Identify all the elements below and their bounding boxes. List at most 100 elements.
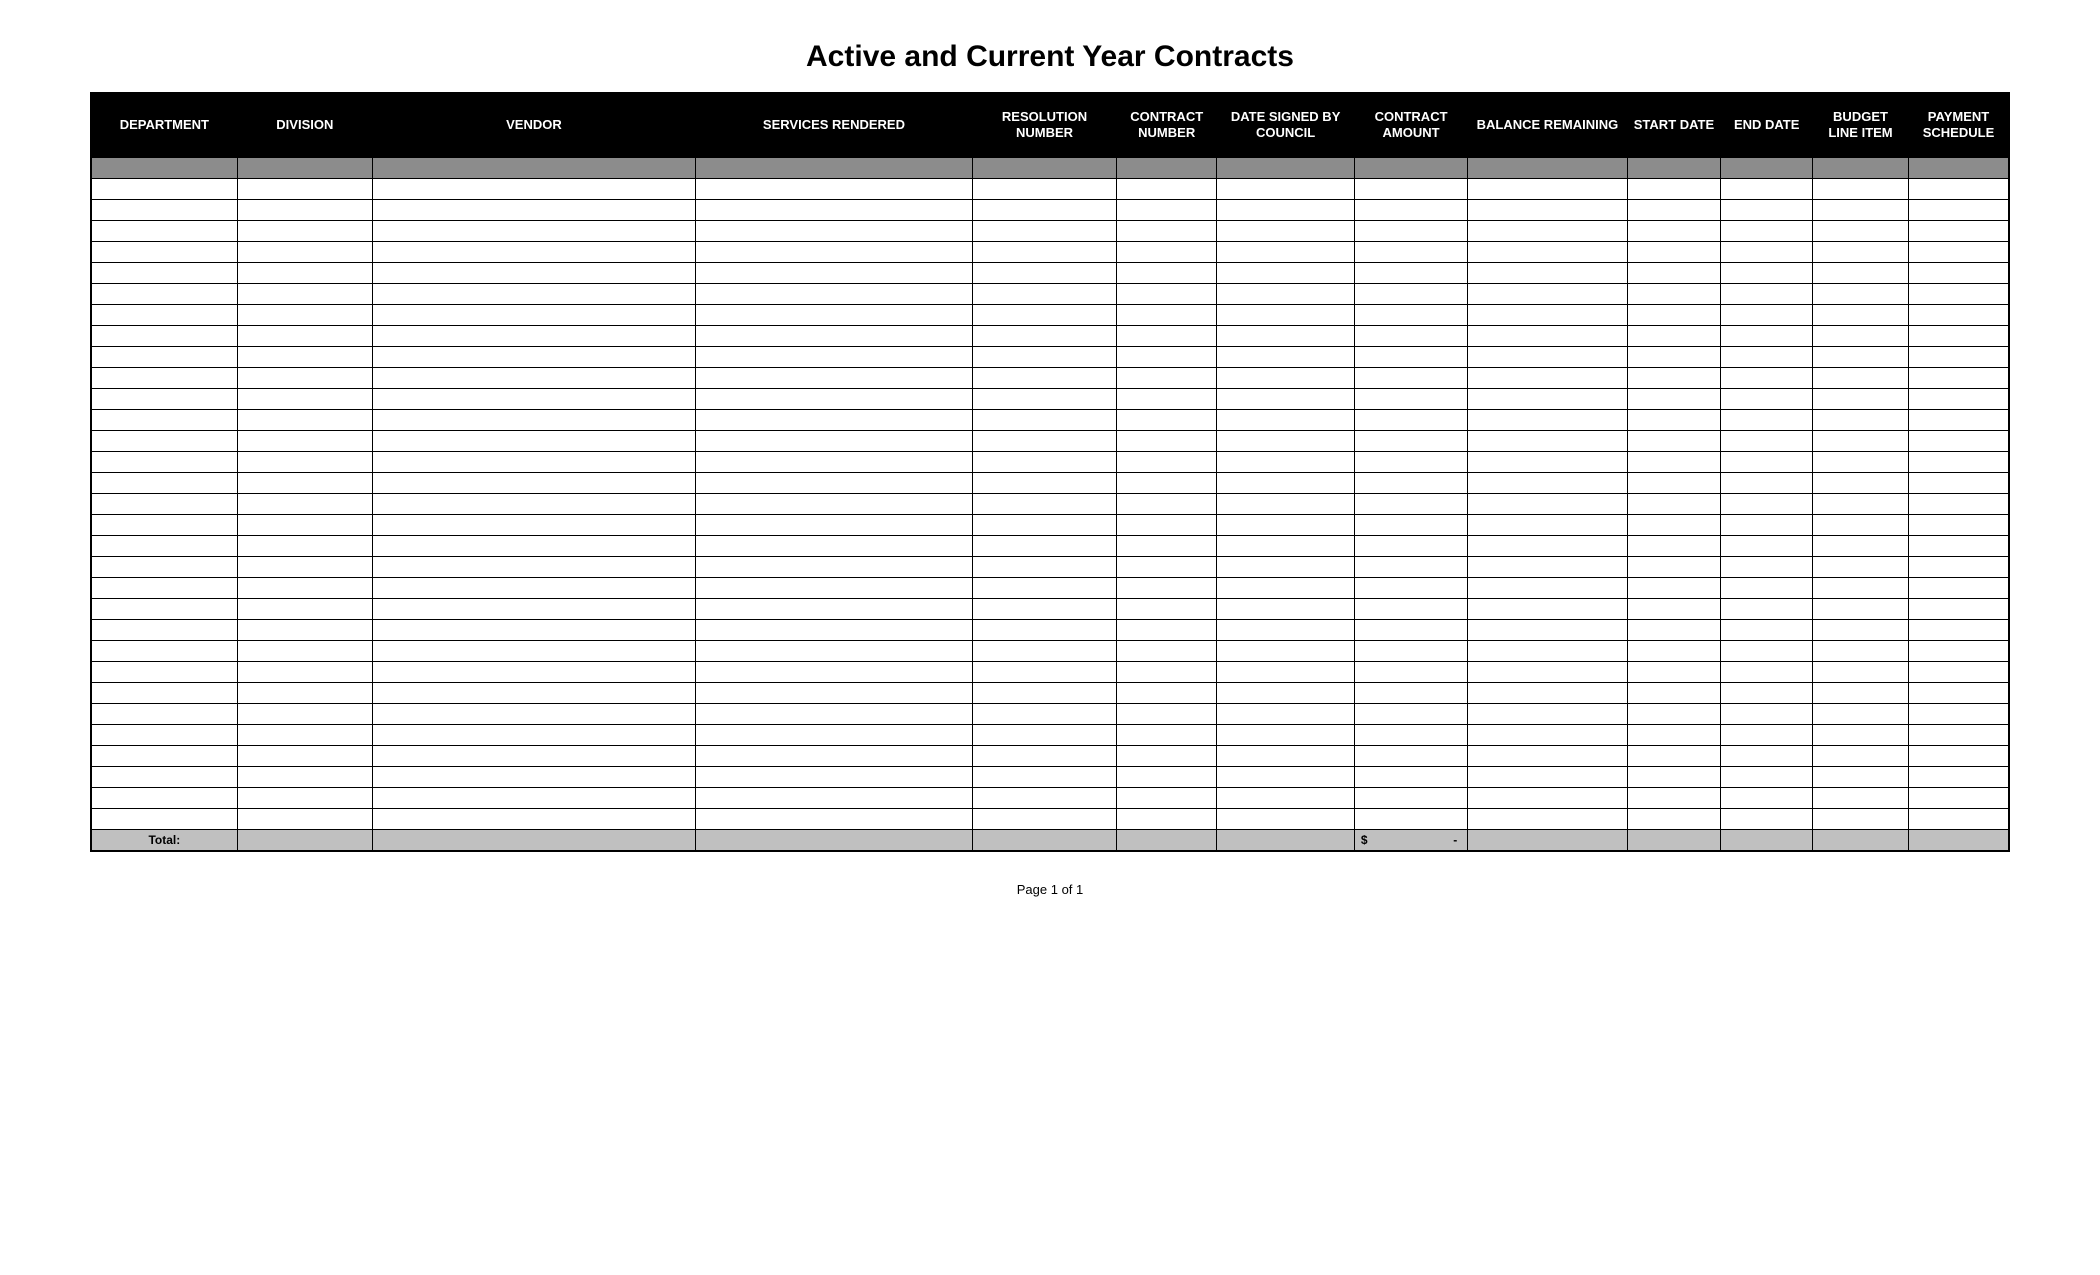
table-row (91, 661, 2009, 682)
table-cell (1217, 577, 1354, 598)
table-cell (1909, 598, 2010, 619)
table-cell (1468, 493, 1627, 514)
table-cell (1909, 157, 2010, 178)
table-row (91, 388, 2009, 409)
currency-symbol: $ (1361, 833, 1368, 847)
table-cell (1117, 682, 1217, 703)
table-cell (1721, 556, 1813, 577)
table-cell (1117, 472, 1217, 493)
table-cell (695, 241, 972, 262)
table-cell (1117, 556, 1217, 577)
table-cell (1627, 346, 1721, 367)
table-cell (91, 745, 237, 766)
table-cell (237, 493, 372, 514)
table-cell (91, 493, 237, 514)
table-cell (1627, 199, 1721, 220)
table-cell (237, 619, 372, 640)
table-cell (1468, 808, 1627, 829)
table-cell (1117, 388, 1217, 409)
table-cell (695, 619, 972, 640)
table-cell (1813, 619, 1909, 640)
table-row (91, 157, 2009, 178)
table-cell (973, 220, 1117, 241)
table-cell (91, 367, 237, 388)
table-cell (1909, 199, 2010, 220)
table-cell (1909, 766, 2010, 787)
table-cell (1217, 199, 1354, 220)
table-cell (1117, 220, 1217, 241)
table-cell (1909, 472, 2010, 493)
table-cell (1909, 619, 2010, 640)
table-cell (372, 514, 695, 535)
table-cell (1217, 724, 1354, 745)
table-cell (237, 535, 372, 556)
table-row (91, 241, 2009, 262)
table-cell (1627, 640, 1721, 661)
table-cell (1217, 388, 1354, 409)
table-cell (1721, 157, 1813, 178)
table-cell (1117, 535, 1217, 556)
total-cell (1721, 829, 1813, 851)
table-cell (1117, 640, 1217, 661)
table-cell (91, 619, 237, 640)
table-cell (91, 808, 237, 829)
table-cell (1354, 493, 1467, 514)
table-cell (1813, 409, 1909, 430)
table-cell (1721, 262, 1813, 283)
table-cell (91, 514, 237, 535)
table-cell (1909, 556, 2010, 577)
table-cell (1721, 493, 1813, 514)
table-cell (695, 262, 972, 283)
table-cell (695, 745, 972, 766)
col-header-budget-line-item: BUDGET LINE ITEM (1813, 93, 1909, 157)
table-row (91, 367, 2009, 388)
table-cell (237, 220, 372, 241)
table-cell (1627, 556, 1721, 577)
table-cell (1354, 304, 1467, 325)
table-cell (1813, 283, 1909, 304)
table-cell (1217, 598, 1354, 619)
table-row (91, 535, 2009, 556)
table-cell (1627, 514, 1721, 535)
table-cell (1217, 703, 1354, 724)
table-cell (1721, 367, 1813, 388)
table-cell (372, 241, 695, 262)
table-cell (973, 661, 1117, 682)
table-cell (1627, 787, 1721, 808)
table-cell (1468, 556, 1627, 577)
table-cell (695, 661, 972, 682)
table-cell (372, 619, 695, 640)
table-cell (695, 220, 972, 241)
table-cell (372, 472, 695, 493)
table-row (91, 577, 2009, 598)
table-cell (1468, 640, 1627, 661)
table-cell (237, 199, 372, 220)
table-cell (1813, 262, 1909, 283)
table-cell (695, 640, 972, 661)
table-cell (1468, 409, 1627, 430)
table-cell (91, 262, 237, 283)
table-cell (1354, 661, 1467, 682)
table-cell (1813, 199, 1909, 220)
table-cell (1217, 346, 1354, 367)
col-header-resolution-number: RESOLUTION NUMBER (973, 93, 1117, 157)
table-cell (1117, 409, 1217, 430)
table-cell (1117, 514, 1217, 535)
table-cell (237, 724, 372, 745)
table-cell (973, 388, 1117, 409)
table-cell (237, 262, 372, 283)
table-cell (1813, 367, 1909, 388)
table-cell (1217, 619, 1354, 640)
table-cell (91, 472, 237, 493)
table-cell (372, 283, 695, 304)
table-row (91, 724, 2009, 745)
col-header-vendor: VENDOR (372, 93, 695, 157)
table-cell (1354, 346, 1467, 367)
table-cell (372, 304, 695, 325)
table-cell (237, 808, 372, 829)
table-row (91, 199, 2009, 220)
table-cell (372, 766, 695, 787)
table-cell (1813, 661, 1909, 682)
table-cell (1813, 703, 1909, 724)
table-cell (1468, 535, 1627, 556)
